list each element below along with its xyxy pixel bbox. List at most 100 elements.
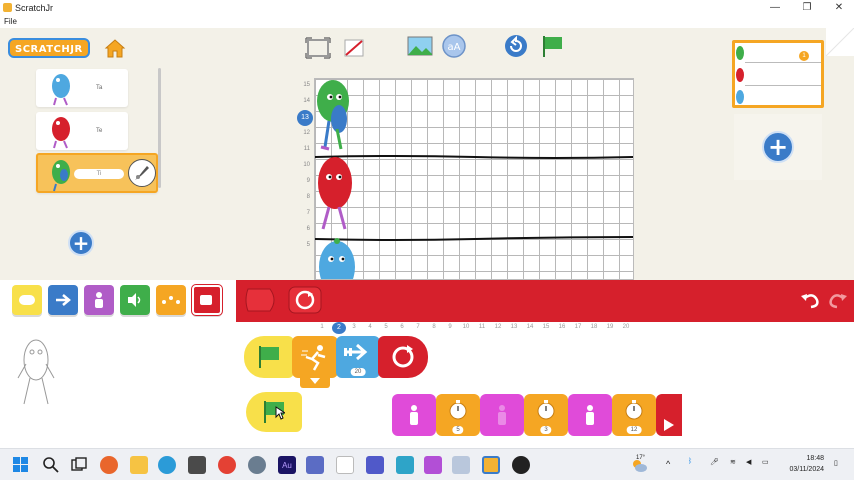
fullscreen-icon[interactable]: [304, 36, 332, 60]
chrome-icon[interactable]: [218, 456, 236, 474]
document-app-icon[interactable]: [336, 456, 354, 474]
speed-dropdown[interactable]: [300, 374, 330, 388]
scratchjr-app-icon: [3, 3, 12, 12]
edge-icon[interactable]: [158, 456, 176, 474]
ruler-number: 13: [510, 324, 518, 330]
clock-time[interactable]: 18:48: [776, 455, 824, 462]
triggering-category-button[interactable]: [12, 285, 42, 315]
printer-app-icon[interactable]: [452, 456, 470, 474]
audition-icon[interactable]: Au: [278, 456, 296, 474]
page-number-badge: 1: [799, 51, 809, 61]
wait-value[interactable]: 3: [540, 426, 552, 434]
green-character-sprite: [317, 80, 349, 151]
hide-person-icon: [498, 405, 506, 425]
background-icon[interactable]: [406, 34, 434, 58]
microphone-icon[interactable]: 🎤︎: [710, 458, 719, 466]
sound-category-button[interactable]: [120, 285, 150, 315]
file-explorer-icon[interactable]: [130, 456, 148, 474]
character-name-field[interactable]: Ti: [74, 169, 124, 179]
move-right-value[interactable]: 20: [350, 368, 366, 376]
character-card-ta[interactable]: Ta: [36, 69, 128, 107]
stage-canvas[interactable]: [314, 78, 634, 280]
move-right-arrow-icon: [344, 343, 368, 361]
ruler-number: 9: [448, 324, 452, 330]
motion-category-button[interactable]: [48, 285, 78, 315]
stage-drawing: [315, 80, 633, 279]
home-icon[interactable]: [104, 37, 126, 59]
add-character-area: +: [36, 224, 128, 262]
row-number: 15: [303, 82, 310, 88]
looks-category-button[interactable]: [84, 285, 114, 315]
notifications-icon[interactable]: ▯: [834, 459, 838, 467]
character-outline-icon: [17, 339, 55, 405]
row-number: 9: [306, 178, 310, 184]
control-category-button[interactable]: [156, 285, 186, 315]
purple-app-icon[interactable]: [424, 456, 442, 474]
firefox-icon[interactable]: [100, 456, 118, 474]
hide-block[interactable]: [480, 394, 524, 436]
end-block[interactable]: [244, 285, 280, 315]
move-right-block[interactable]: 20: [336, 336, 380, 378]
scratchjr-taskbar-icon[interactable]: [482, 456, 500, 474]
web-app-icon[interactable]: [396, 456, 414, 474]
menu-file[interactable]: File: [4, 17, 17, 26]
wait-value[interactable]: 5: [452, 426, 464, 434]
clock-date[interactable]: 03/11/2024: [776, 466, 824, 473]
close-button[interactable]: ✕: [824, 0, 854, 15]
ruler-number: 7: [416, 324, 420, 330]
row-number: 7: [306, 210, 310, 216]
pen-app-icon[interactable]: [188, 456, 206, 474]
text-icon[interactable]: aA: [440, 34, 468, 58]
paint-editor-icon[interactable]: [128, 159, 156, 187]
wait-block[interactable]: 3: [524, 394, 568, 436]
search-icon[interactable]: [42, 456, 60, 474]
characters-scrollbar[interactable]: [158, 68, 161, 188]
ruler-number: 6: [400, 324, 404, 330]
teams-icon[interactable]: [366, 456, 384, 474]
character-name: Te: [96, 128, 103, 134]
restore-button[interactable]: ❐: [792, 0, 822, 15]
green-flag-icon[interactable]: [538, 34, 566, 58]
vscode-icon[interactable]: [306, 456, 324, 474]
add-character-button[interactable]: +: [68, 230, 94, 256]
undo-icon[interactable]: [798, 285, 822, 315]
obs-icon[interactable]: [512, 456, 530, 474]
repeat-forever-block[interactable]: [288, 285, 322, 315]
show-block[interactable]: [392, 394, 436, 436]
windows-start-icon[interactable]: [12, 456, 30, 474]
wait-block[interactable]: 5: [436, 394, 480, 436]
settings-icon[interactable]: [248, 456, 266, 474]
battery-icon[interactable]: ▭: [762, 458, 769, 466]
repeat-forever-block-partial[interactable]: [656, 394, 682, 436]
add-page-button[interactable]: +: [762, 131, 794, 163]
grid-toggle-icon[interactable]: [340, 36, 368, 60]
green-flag-trigger-block[interactable]: [244, 336, 294, 378]
repeat-forever-icon: [392, 345, 414, 368]
wait-block[interactable]: 12: [612, 394, 656, 436]
character-card-te[interactable]: Te: [36, 112, 128, 150]
repeat-forever-block[interactable]: [378, 336, 428, 378]
task-view-icon[interactable]: [70, 456, 88, 474]
speed-block[interactable]: [292, 336, 338, 378]
show-block[interactable]: [568, 394, 612, 436]
temperature-text: 17°: [636, 455, 646, 461]
minimize-button[interactable]: —: [760, 0, 790, 15]
redo-icon[interactable]: [826, 285, 850, 315]
character-card-ti-selected[interactable]: Ti: [36, 153, 158, 193]
volume-icon[interactable]: ◀︎: [746, 458, 751, 466]
ruler-number: 10: [462, 324, 470, 330]
ruler-number: 4: [368, 324, 372, 330]
scripts-area[interactable]: 1 2 3 4 5 6 7 8 9 10 11 12 13 14 15 16 17 18 19 20 20 5 3 12: [0, 322, 854, 448]
chevron-up-icon[interactable]: ^: [666, 459, 670, 469]
running-man-icon: [301, 345, 326, 371]
reset-icon[interactable]: [502, 34, 530, 58]
end-category-button[interactable]: [191, 284, 223, 316]
page-thumbnail-selected[interactable]: 1: [732, 40, 824, 108]
blue-character-thumbnail: [52, 74, 70, 106]
wifi-icon[interactable]: ≋: [730, 458, 736, 466]
wait-value[interactable]: 12: [626, 426, 642, 434]
green-flag-trigger-block-2[interactable]: [246, 392, 302, 432]
blue-character-sprite: [319, 238, 355, 279]
bluetooth-icon[interactable]: ᛒ: [688, 458, 692, 465]
ruler-number: 1: [320, 324, 324, 330]
